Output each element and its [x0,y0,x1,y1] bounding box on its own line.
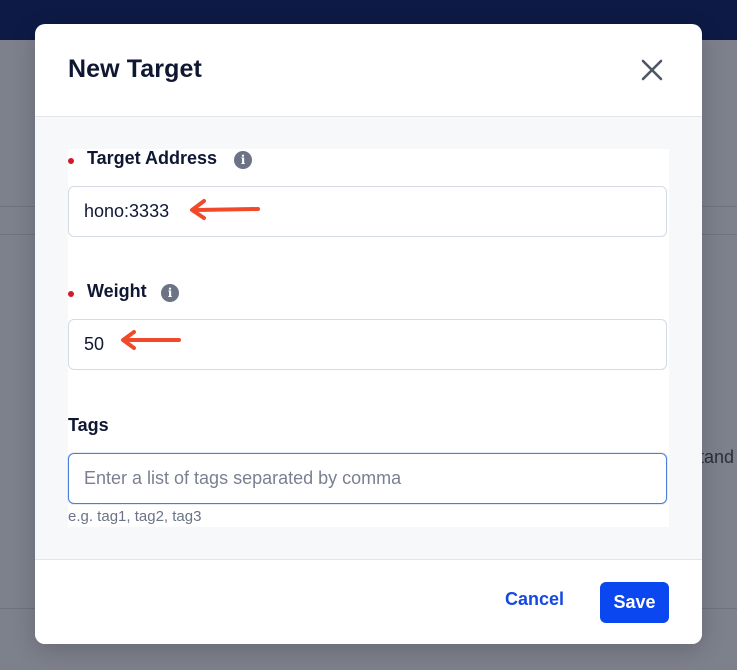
dialog-body: Target Address i Weight i Tags e.g. tag1… [35,117,702,559]
dialog-header: New Target [35,24,702,117]
target-address-label: Target Address [87,148,218,168]
tags-hint: e.g. tag1, tag2, tag3 [68,508,202,525]
dialog-title: New Target [68,55,202,83]
tags-label: Tags [68,415,109,435]
target-address-input[interactable] [68,186,667,237]
weight-label: Weight [87,281,147,301]
info-icon[interactable]: i [161,284,179,302]
tags-input[interactable] [68,453,667,504]
close-icon [641,59,663,81]
background-text-fragment: tand [699,447,735,467]
annotation-arrow-icon [190,199,260,220]
save-button[interactable]: Save [600,582,669,623]
required-indicator [68,291,74,297]
close-button[interactable] [639,57,665,83]
target-form: Target Address i Weight i Tags e.g. tag1… [68,148,669,527]
dialog-footer: Cancel Save [35,559,702,644]
cancel-button[interactable]: Cancel [505,589,564,610]
info-icon[interactable]: i [234,151,252,169]
required-indicator [68,158,74,164]
annotation-arrow-icon [121,330,181,350]
new-target-dialog: New Target Target Address i Weight i [35,24,702,644]
